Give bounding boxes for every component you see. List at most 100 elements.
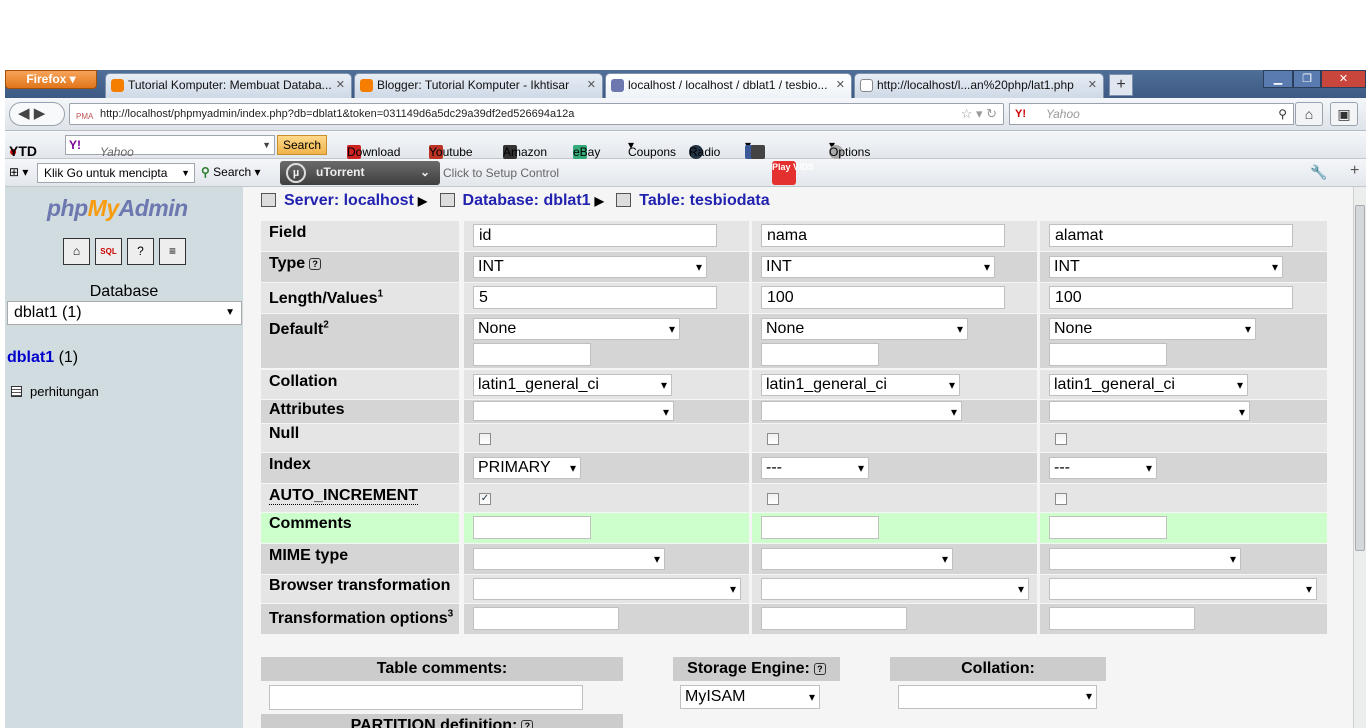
attributes-select[interactable]: [473, 401, 674, 421]
comments-input[interactable]: [1049, 516, 1167, 539]
length-input[interactable]: 100: [1049, 286, 1293, 309]
browser-transformation-select[interactable]: [761, 578, 1029, 600]
table-collation-select[interactable]: [898, 685, 1097, 709]
maximize-button[interactable]: ❐: [1293, 70, 1321, 88]
default-value-input[interactable]: [761, 343, 879, 366]
help-icon[interactable]: ?: [309, 258, 322, 270]
storage-engine-select[interactable]: MyISAM: [680, 685, 820, 709]
search-icon[interactable]: ⚲: [1278, 104, 1287, 124]
length-input[interactable]: 5: [473, 286, 717, 309]
index-select[interactable]: ---: [1049, 457, 1157, 479]
browser-transformation-select[interactable]: [473, 578, 741, 600]
klik-go-dropdown[interactable]: Klik Go untuk mencipta ▼: [37, 163, 195, 183]
default-select[interactable]: None: [761, 318, 968, 340]
back-forward-buttons[interactable]: ◀ ▶: [9, 102, 65, 126]
home-icon[interactable]: ⌂: [63, 238, 90, 265]
add-icon[interactable]: ⊞ ▾: [9, 165, 28, 179]
auto-increment-checkbox-checked[interactable]: ✓: [479, 493, 491, 505]
collation-select[interactable]: latin1_general_ci: [761, 374, 960, 396]
yahoo-search-input[interactable]: Y! Yahoo ▼: [65, 135, 275, 159]
addon-button[interactable]: ▣: [1330, 102, 1358, 126]
mime-select[interactable]: [761, 548, 953, 570]
options-menu[interactable]: Options▾: [829, 138, 870, 159]
new-tab-button[interactable]: +: [1109, 74, 1133, 96]
default-select[interactable]: None: [1049, 318, 1256, 340]
yahoo-search-button[interactable]: Search: [277, 135, 327, 155]
attributes-select[interactable]: [1049, 401, 1250, 421]
url-bar[interactable]: PMA http://localhost/phpmyadmin/index.ph…: [69, 103, 1004, 125]
phpmyadmin-icon: [611, 79, 624, 92]
null-checkbox[interactable]: [479, 433, 491, 445]
mime-select[interactable]: [1049, 548, 1241, 570]
field-row: Field id nama alamat: [261, 221, 1327, 251]
phpmyadmin-logo[interactable]: phpMyAdmin: [47, 195, 188, 222]
home-button[interactable]: ⌂: [1295, 102, 1323, 126]
setup-control-link[interactable]: Click to Setup Control: [443, 166, 559, 180]
help-icon[interactable]: ?: [521, 720, 534, 728]
default-row: Default2 None None None: [261, 314, 1327, 368]
field-name-input[interactable]: nama: [761, 224, 1005, 247]
table-comments-input[interactable]: [269, 685, 583, 710]
browser-transformation-select[interactable]: [1049, 578, 1317, 600]
field-name-input[interactable]: id: [473, 224, 717, 247]
attributes-select[interactable]: [761, 401, 962, 421]
plus-icon[interactable]: +: [1350, 162, 1359, 180]
close-icon[interactable]: ✕: [587, 74, 596, 96]
transformation-options-input[interactable]: [761, 607, 907, 630]
index-select[interactable]: ---: [761, 457, 869, 479]
browser-search-box[interactable]: Y! Yahoo ⚲: [1009, 103, 1294, 125]
comments-input[interactable]: [761, 516, 879, 539]
coupons-link[interactable]: Coupons ▾: [628, 138, 676, 159]
default-value-input[interactable]: [473, 343, 591, 366]
null-checkbox[interactable]: [1055, 433, 1067, 445]
scrollbar-thumb[interactable]: [1355, 205, 1365, 551]
playvids-icon[interactable]: Play VIDS: [772, 161, 814, 185]
transformation-options-input[interactable]: [1049, 607, 1195, 630]
collation-select[interactable]: latin1_general_ci: [473, 374, 672, 396]
bookmark-star-icon[interactable]: ☆ ▾ ↻: [961, 104, 997, 124]
breadcrumb-table[interactable]: Table: tesbiodata: [639, 192, 769, 209]
index-label: Index: [261, 453, 459, 483]
tab-tutorial-komputer[interactable]: Tutorial Komputer: Membuat Databa... ✕: [105, 73, 352, 98]
index-select[interactable]: PRIMARY: [473, 457, 581, 479]
close-window-button[interactable]: ✕: [1321, 70, 1366, 88]
tab-blogger[interactable]: Blogger: Tutorial Komputer - Ikhtisar ✕: [354, 73, 603, 98]
type-select[interactable]: INT: [1049, 256, 1283, 278]
default-select[interactable]: None: [473, 318, 680, 340]
sql-query-icon[interactable]: SQL: [95, 238, 122, 265]
field-label: Field: [261, 221, 459, 251]
tab-lat1-php[interactable]: http://localhost/l...an%20php/lat1.php ✕: [854, 73, 1104, 98]
collation-select[interactable]: latin1_general_ci: [1049, 374, 1248, 396]
type-select[interactable]: INT: [473, 256, 707, 278]
firefox-menu-button[interactable]: Firefox ▾: [5, 70, 97, 89]
comments-input[interactable]: [473, 516, 591, 539]
mime-select[interactable]: [473, 548, 665, 570]
close-icon[interactable]: ✕: [1088, 74, 1097, 96]
default-value-input[interactable]: [1049, 343, 1167, 366]
database-select[interactable]: dblat1 (1) ▼: [7, 301, 242, 325]
close-icon[interactable]: ✕: [836, 74, 845, 96]
field-name-input[interactable]: alamat: [1049, 224, 1293, 247]
database-link[interactable]: dblat1 (1): [7, 349, 78, 367]
vertical-scrollbar[interactable]: [1353, 187, 1366, 728]
toolbar-search-button[interactable]: ⚲ Search ▾: [201, 165, 261, 179]
utorrent-button[interactable]: µ uTorrent ⌄: [280, 161, 440, 185]
breadcrumb-database[interactable]: Database: dblat1: [463, 192, 591, 209]
auto-increment-checkbox[interactable]: [767, 493, 779, 505]
null-checkbox[interactable]: [767, 433, 779, 445]
auto-increment-checkbox[interactable]: [1055, 493, 1067, 505]
minimize-button[interactable]: ▁: [1263, 70, 1293, 88]
tab-phpmyadmin[interactable]: localhost / localhost / dblat1 / tesbio.…: [605, 73, 852, 98]
type-select[interactable]: INT: [761, 256, 995, 278]
transformation-options-input[interactable]: [473, 607, 619, 630]
breadcrumb-server[interactable]: Server: localhost: [284, 192, 414, 209]
utorrent-icon: µ: [286, 163, 306, 183]
sidebar-table-perhitungan[interactable]: perhitungan: [11, 384, 99, 399]
wrench-icon[interactable]: 🔧: [1310, 164, 1327, 181]
close-icon[interactable]: ✕: [336, 74, 345, 96]
docs-icon[interactable]: ≡: [159, 238, 186, 265]
social-icons[interactable]: ▾: [745, 138, 766, 159]
help-icon[interactable]: ?: [127, 238, 154, 265]
help-icon[interactable]: ?: [813, 663, 826, 675]
length-input[interactable]: 100: [761, 286, 1005, 309]
